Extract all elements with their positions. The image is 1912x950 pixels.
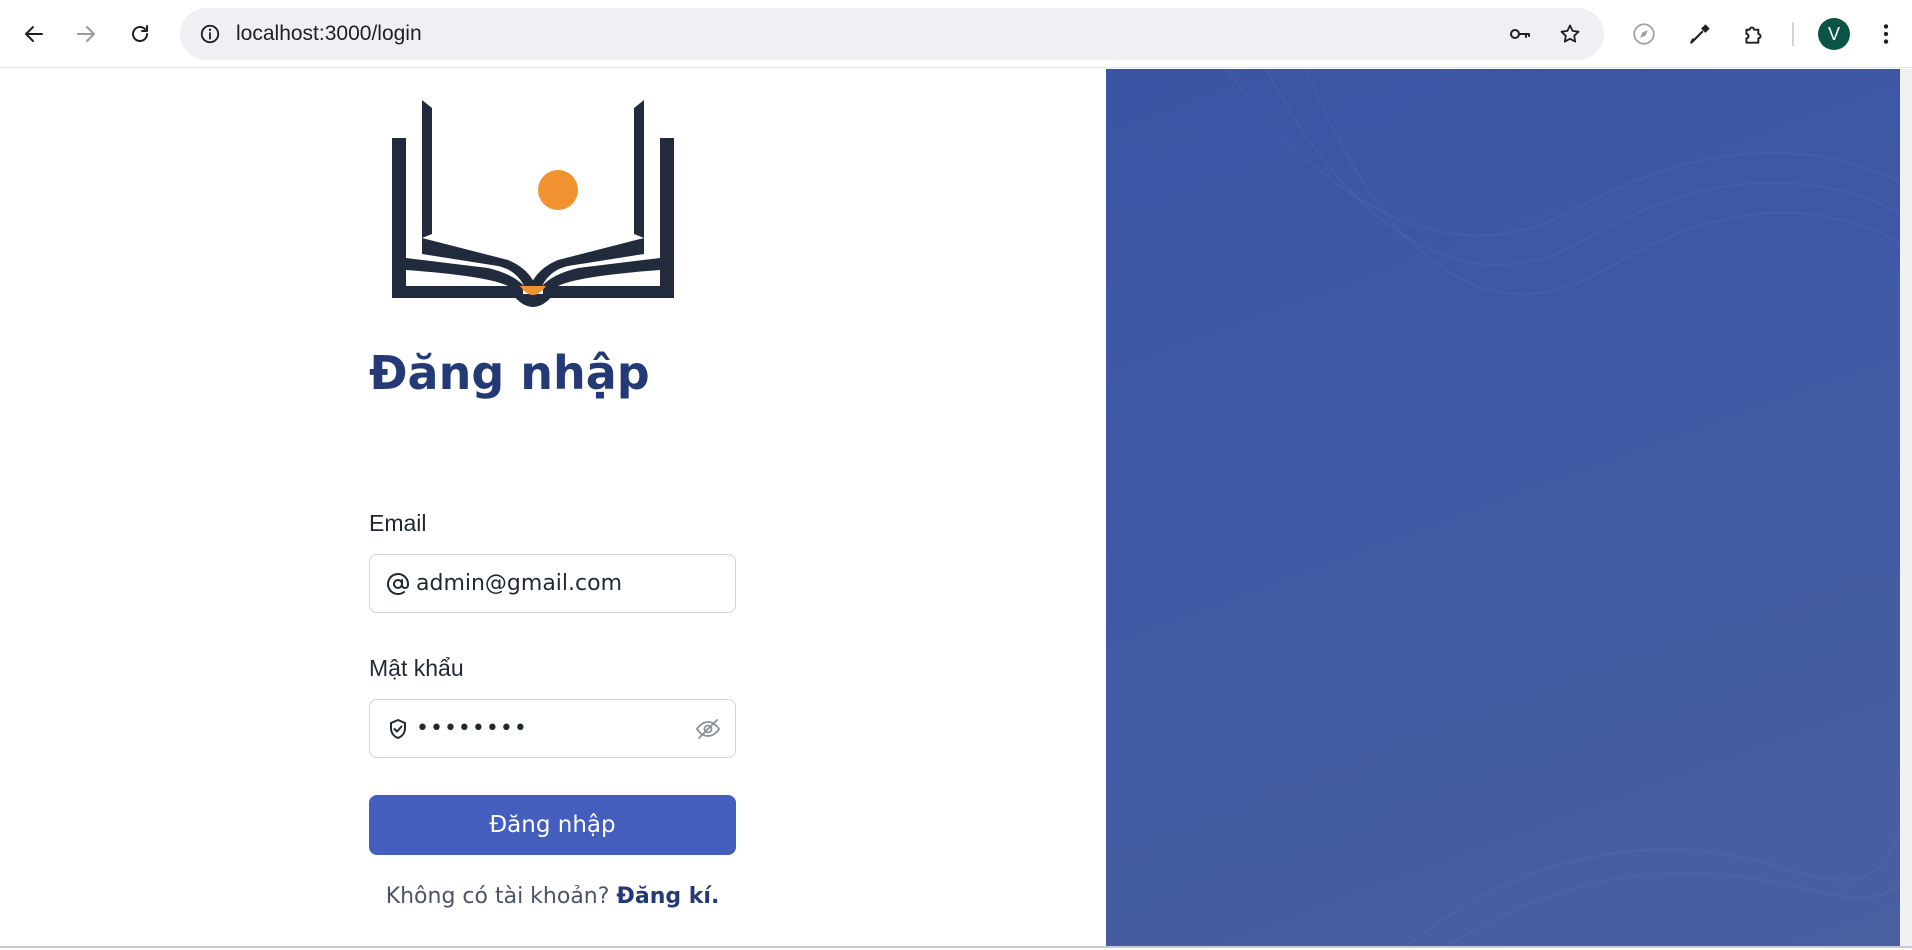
shield-check-icon (386, 717, 410, 741)
forward-button[interactable] (64, 12, 108, 56)
signup-prompt-text: Không có tài khoản? (385, 884, 617, 909)
password-label: Mật khẩu (369, 655, 464, 681)
extensions-button[interactable] (1734, 14, 1774, 54)
login-submit-button[interactable]: Đăng nhập (369, 795, 736, 855)
bookmark-button[interactable] (1554, 18, 1586, 50)
arrow-right-icon (77, 26, 95, 42)
email-label: Email (369, 510, 427, 536)
url-path: :3000/login (318, 22, 422, 45)
email-input[interactable] (416, 555, 686, 612)
open-book-logo (392, 100, 674, 307)
browser-menu-button[interactable] (1866, 14, 1906, 54)
kebab-menu-icon (1883, 24, 1889, 44)
address-bar[interactable]: localhost:3000/login (180, 8, 1604, 60)
info-icon (200, 24, 220, 44)
reload-icon (132, 25, 148, 42)
arrow-left-icon (25, 26, 43, 42)
reload-button[interactable] (118, 12, 162, 56)
site-info-button[interactable] (194, 18, 226, 50)
login-page (0, 69, 1912, 947)
page-title: Đăng nhập (369, 346, 650, 400)
eyedropper-icon (1690, 24, 1710, 44)
decorative-side-panel (1106, 69, 1912, 947)
password-input[interactable] (416, 700, 686, 757)
extension-compass-button[interactable] (1624, 14, 1664, 54)
password-manager-button[interactable] (1504, 18, 1536, 50)
puzzle-icon (1745, 26, 1762, 44)
page-scrollbar[interactable] (1900, 69, 1912, 947)
signup-prompt: Không có tài khoản? Đăng kí. (369, 884, 736, 909)
compass-icon (1633, 23, 1655, 45)
signup-link[interactable]: Đăng kí. (616, 884, 719, 909)
toolbar-divider (1792, 22, 1794, 46)
password-field[interactable] (369, 699, 736, 758)
browser-toolbar: localhost:3000/login V (0, 0, 1912, 68)
email-field[interactable] (369, 554, 736, 613)
key-icon (1510, 29, 1530, 39)
at-sign-icon (386, 572, 410, 596)
url-host: localhost (236, 22, 319, 45)
url-text[interactable]: localhost:3000/login (236, 22, 422, 46)
eyedropper-button[interactable] (1680, 14, 1720, 54)
background-wave-lines (1225, 69, 1912, 296)
profile-avatar[interactable]: V (1818, 18, 1850, 50)
back-button[interactable] (12, 12, 56, 56)
star-icon (1560, 24, 1580, 43)
eye-off-icon[interactable] (695, 717, 721, 741)
page-bottom-border (0, 946, 1912, 948)
